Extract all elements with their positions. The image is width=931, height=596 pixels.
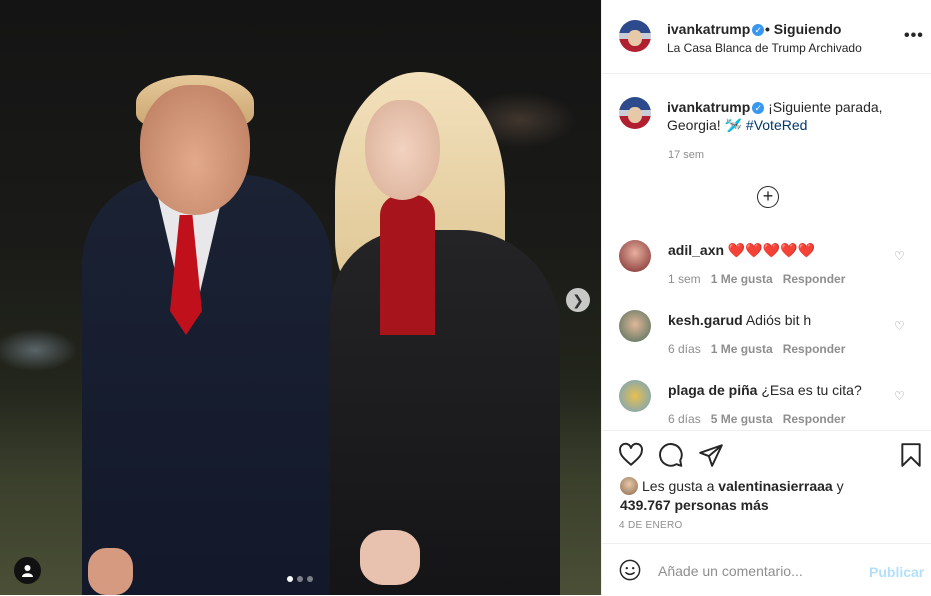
post-actions-bar: [602, 430, 931, 471]
comment-meta: 1 sem 1 Me gusta Responder: [668, 272, 855, 286]
comment-input[interactable]: [658, 563, 858, 579]
caption-author-avatar[interactable]: [619, 97, 651, 129]
emoji-smiley-icon[interactable]: [619, 559, 641, 581]
hashtag-link[interactable]: #VoteRed: [746, 117, 808, 133]
likes-summary: Les gusta a valentinasierraaa y 439.767 …: [620, 477, 920, 515]
add-comment-bar: Publicar: [602, 543, 931, 596]
following-status[interactable]: • Siguiendo: [765, 21, 841, 37]
comment-meta: 6 días 5 Me gusta Responder: [668, 412, 855, 426]
comment-text: adil_axn ❤️❤️❤️❤️❤️: [668, 242, 815, 259]
commenter-avatar[interactable]: [619, 380, 651, 412]
reply-button[interactable]: Responder: [783, 412, 846, 426]
tagged-users-button[interactable]: [14, 557, 41, 584]
comment-likes[interactable]: 1 Me gusta: [711, 272, 773, 286]
photo-man-face: [140, 85, 250, 215]
like-comment-heart-icon[interactable]: ♡: [894, 319, 905, 333]
share-paper-plane-icon[interactable]: [698, 442, 724, 468]
photo-woman-hand: [360, 530, 420, 585]
commenter-avatar[interactable]: [619, 240, 651, 272]
heart-icon[interactable]: [618, 442, 644, 468]
caption-username[interactable]: ivankatrump: [667, 99, 750, 115]
comment-body: ¿Esa es tu cita?: [761, 382, 862, 398]
commenter-username[interactable]: kesh.garud: [668, 312, 743, 328]
comment-meta: 6 días 1 Me gusta Responder: [668, 342, 855, 356]
caption-text: ivankatrump ✓ ¡Siguiente parada, Georgia!…: [667, 98, 907, 134]
likes-conj: y: [836, 478, 844, 494]
carousel-dot: [307, 576, 313, 582]
post-location[interactable]: La Casa Blanca de Trump Archivado: [667, 41, 862, 55]
comment-item: adil_axn ❤️❤️❤️❤️❤️ 1 sem 1 Me gusta Respo…: [602, 240, 931, 300]
comment-time[interactable]: 6 días: [668, 412, 701, 426]
comment-time[interactable]: 6 días: [668, 342, 701, 356]
carousel-dot: [287, 576, 293, 582]
post-date[interactable]: 4 DE ENERO: [619, 520, 683, 531]
next-photo-button[interactable]: ❯: [566, 288, 590, 312]
commenter-username[interactable]: plaga de piña: [668, 382, 757, 398]
photo-woman-face: [365, 100, 440, 200]
comment-text: kesh.garud Adiós bit h: [668, 312, 811, 328]
photo-man-hand: [88, 548, 133, 595]
plus-icon: +: [762, 186, 774, 206]
more-options-icon[interactable]: •••: [904, 27, 924, 45]
load-more-comments-button[interactable]: +: [757, 186, 779, 208]
verified-badge-icon: ✓: [752, 102, 765, 114]
reply-button[interactable]: Responder: [783, 272, 846, 286]
comment-text: plaga de piña ¿Esa es tu cita?: [668, 382, 862, 398]
comment-body: ❤️❤️❤️❤️❤️: [727, 242, 816, 258]
publish-button[interactable]: Publicar: [869, 564, 924, 580]
caption-timestamp[interactable]: 17 sem: [668, 149, 704, 161]
comment-item: kesh.garud Adiós bit h 6 días 1 Me gusta R…: [602, 310, 931, 370]
author-username-text[interactable]: ivankatrump: [667, 21, 750, 37]
comment-time[interactable]: 1 sem: [668, 272, 701, 286]
comment-likes[interactable]: 5 Me gusta: [711, 412, 773, 426]
like-comment-heart-icon[interactable]: ♡: [894, 389, 905, 403]
chevron-right-icon: ❯: [572, 292, 584, 308]
photo-woman-turtleneck: [380, 195, 435, 335]
likes-others-count[interactable]: 439.767 personas más: [620, 497, 769, 513]
airplane-emoji: 🛩️: [724, 117, 743, 133]
verified-badge-icon: ✓: [752, 24, 765, 36]
liker-avatar[interactable]: [620, 477, 638, 495]
reply-button[interactable]: Responder: [783, 342, 846, 356]
likes-prefix: Les gusta a: [642, 478, 715, 494]
liker-username[interactable]: valentinasierraaa: [718, 478, 832, 494]
carousel-indicator: [287, 576, 313, 582]
comment-likes[interactable]: 1 Me gusta: [711, 342, 773, 356]
comment-body: Adiós bit h: [745, 312, 812, 328]
author-avatar[interactable]: [619, 20, 651, 52]
commenter-avatar[interactable]: [619, 310, 651, 342]
carousel-dot: [297, 576, 303, 582]
post-photo[interactable]: ❯: [0, 0, 601, 595]
commenter-username[interactable]: adil_axn: [668, 242, 724, 258]
post-header: ivankatrump ✓ • Siguiendo La Casa Blanca …: [602, 0, 931, 74]
bookmark-icon[interactable]: [898, 442, 924, 468]
author-username[interactable]: ivankatrump ✓: [667, 21, 765, 37]
user-icon: [22, 565, 33, 577]
like-comment-heart-icon[interactable]: ♡: [894, 249, 905, 263]
comment-bubble-icon[interactable]: [658, 442, 684, 468]
post-details-panel: ivankatrump ✓ • Siguiendo La Casa Blanca …: [601, 0, 931, 595]
